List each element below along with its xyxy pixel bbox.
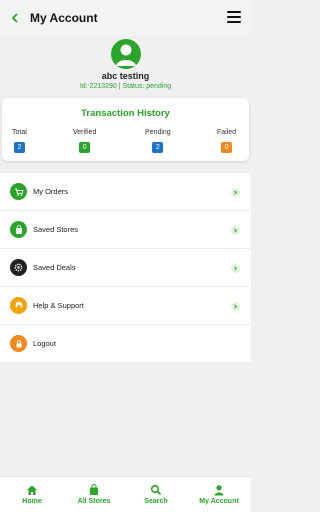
stat-label: Failed [217,129,237,136]
chevron-right-icon [231,226,240,235]
profile-section: abc testing Id: 2213290 | Status: pendin… [0,36,251,94]
chevron-right-icon [231,264,240,273]
user-icon [111,39,141,69]
stat-label: Verified [73,129,97,136]
bag-icon [90,484,98,495]
stat-label: Pending [145,129,171,136]
bag-icon [10,221,27,238]
menu-item-saved-stores[interactable]: Saved Stores [0,211,251,249]
menu-item-logout[interactable]: Logout [0,325,251,363]
nav-home[interactable]: Home [2,477,62,512]
app-header: My Account [0,0,251,36]
chevron-left-icon [11,13,18,23]
menu-item-saved-deals[interactable]: Saved Deals [0,249,251,287]
menu-item-help-support[interactable]: Help & Support [0,287,251,325]
menu-item-label: Saved Deals [33,263,76,272]
stat-badge: 2 [152,142,164,153]
transaction-history-card: Transaction History Total 2 Verified 0 P… [2,98,249,161]
user-meta: Id: 2213290 | Status: pending [79,83,172,90]
chevron-right-icon [231,188,240,197]
cart-icon [10,183,27,200]
bottom-nav: Home All Stores Search My Account [0,476,251,512]
question-icon [10,297,27,314]
search-icon [150,484,162,496]
chevron-right-icon [231,302,240,311]
gear-icon [10,259,27,276]
user-icon [214,485,224,496]
lock-icon [10,335,27,352]
menu-item-label: Saved Stores [33,225,79,234]
account-menu: My Orders Saved Stores Saved Deals Help … [0,173,251,363]
hamburger-icon[interactable] [227,11,241,23]
stat-label: Total [12,129,27,136]
nav-label: Search [144,498,168,505]
menu-item-my-orders[interactable]: My Orders [0,173,251,211]
menu-item-label: My Orders [33,187,69,196]
nav-label: Home [22,498,42,505]
home-icon [27,485,37,495]
stat-badge: 0 [79,142,91,153]
nav-all-stores[interactable]: All Stores [64,477,124,512]
back-button[interactable] [0,0,30,36]
nav-my-account[interactable]: My Account [189,477,249,512]
transaction-history-title: Transaction History [81,108,170,119]
stat-badge: 2 [13,142,25,153]
page-title: My Account [30,11,98,25]
nav-search[interactable]: Search [126,477,186,512]
menu-item-label: Help & Support [33,301,84,310]
user-name: abc testing [101,71,150,81]
nav-label: All Stores [77,498,111,505]
stat-failed[interactable]: Failed 0 [217,129,236,154]
stat-verified[interactable]: Verified 0 [73,129,96,154]
nav-label: My Account [199,498,239,505]
stat-pending[interactable]: Pending 2 [145,129,171,154]
menu-item-label: Logout [33,339,56,348]
stat-total[interactable]: Total 2 [12,129,27,154]
stat-badge: 0 [221,142,233,153]
